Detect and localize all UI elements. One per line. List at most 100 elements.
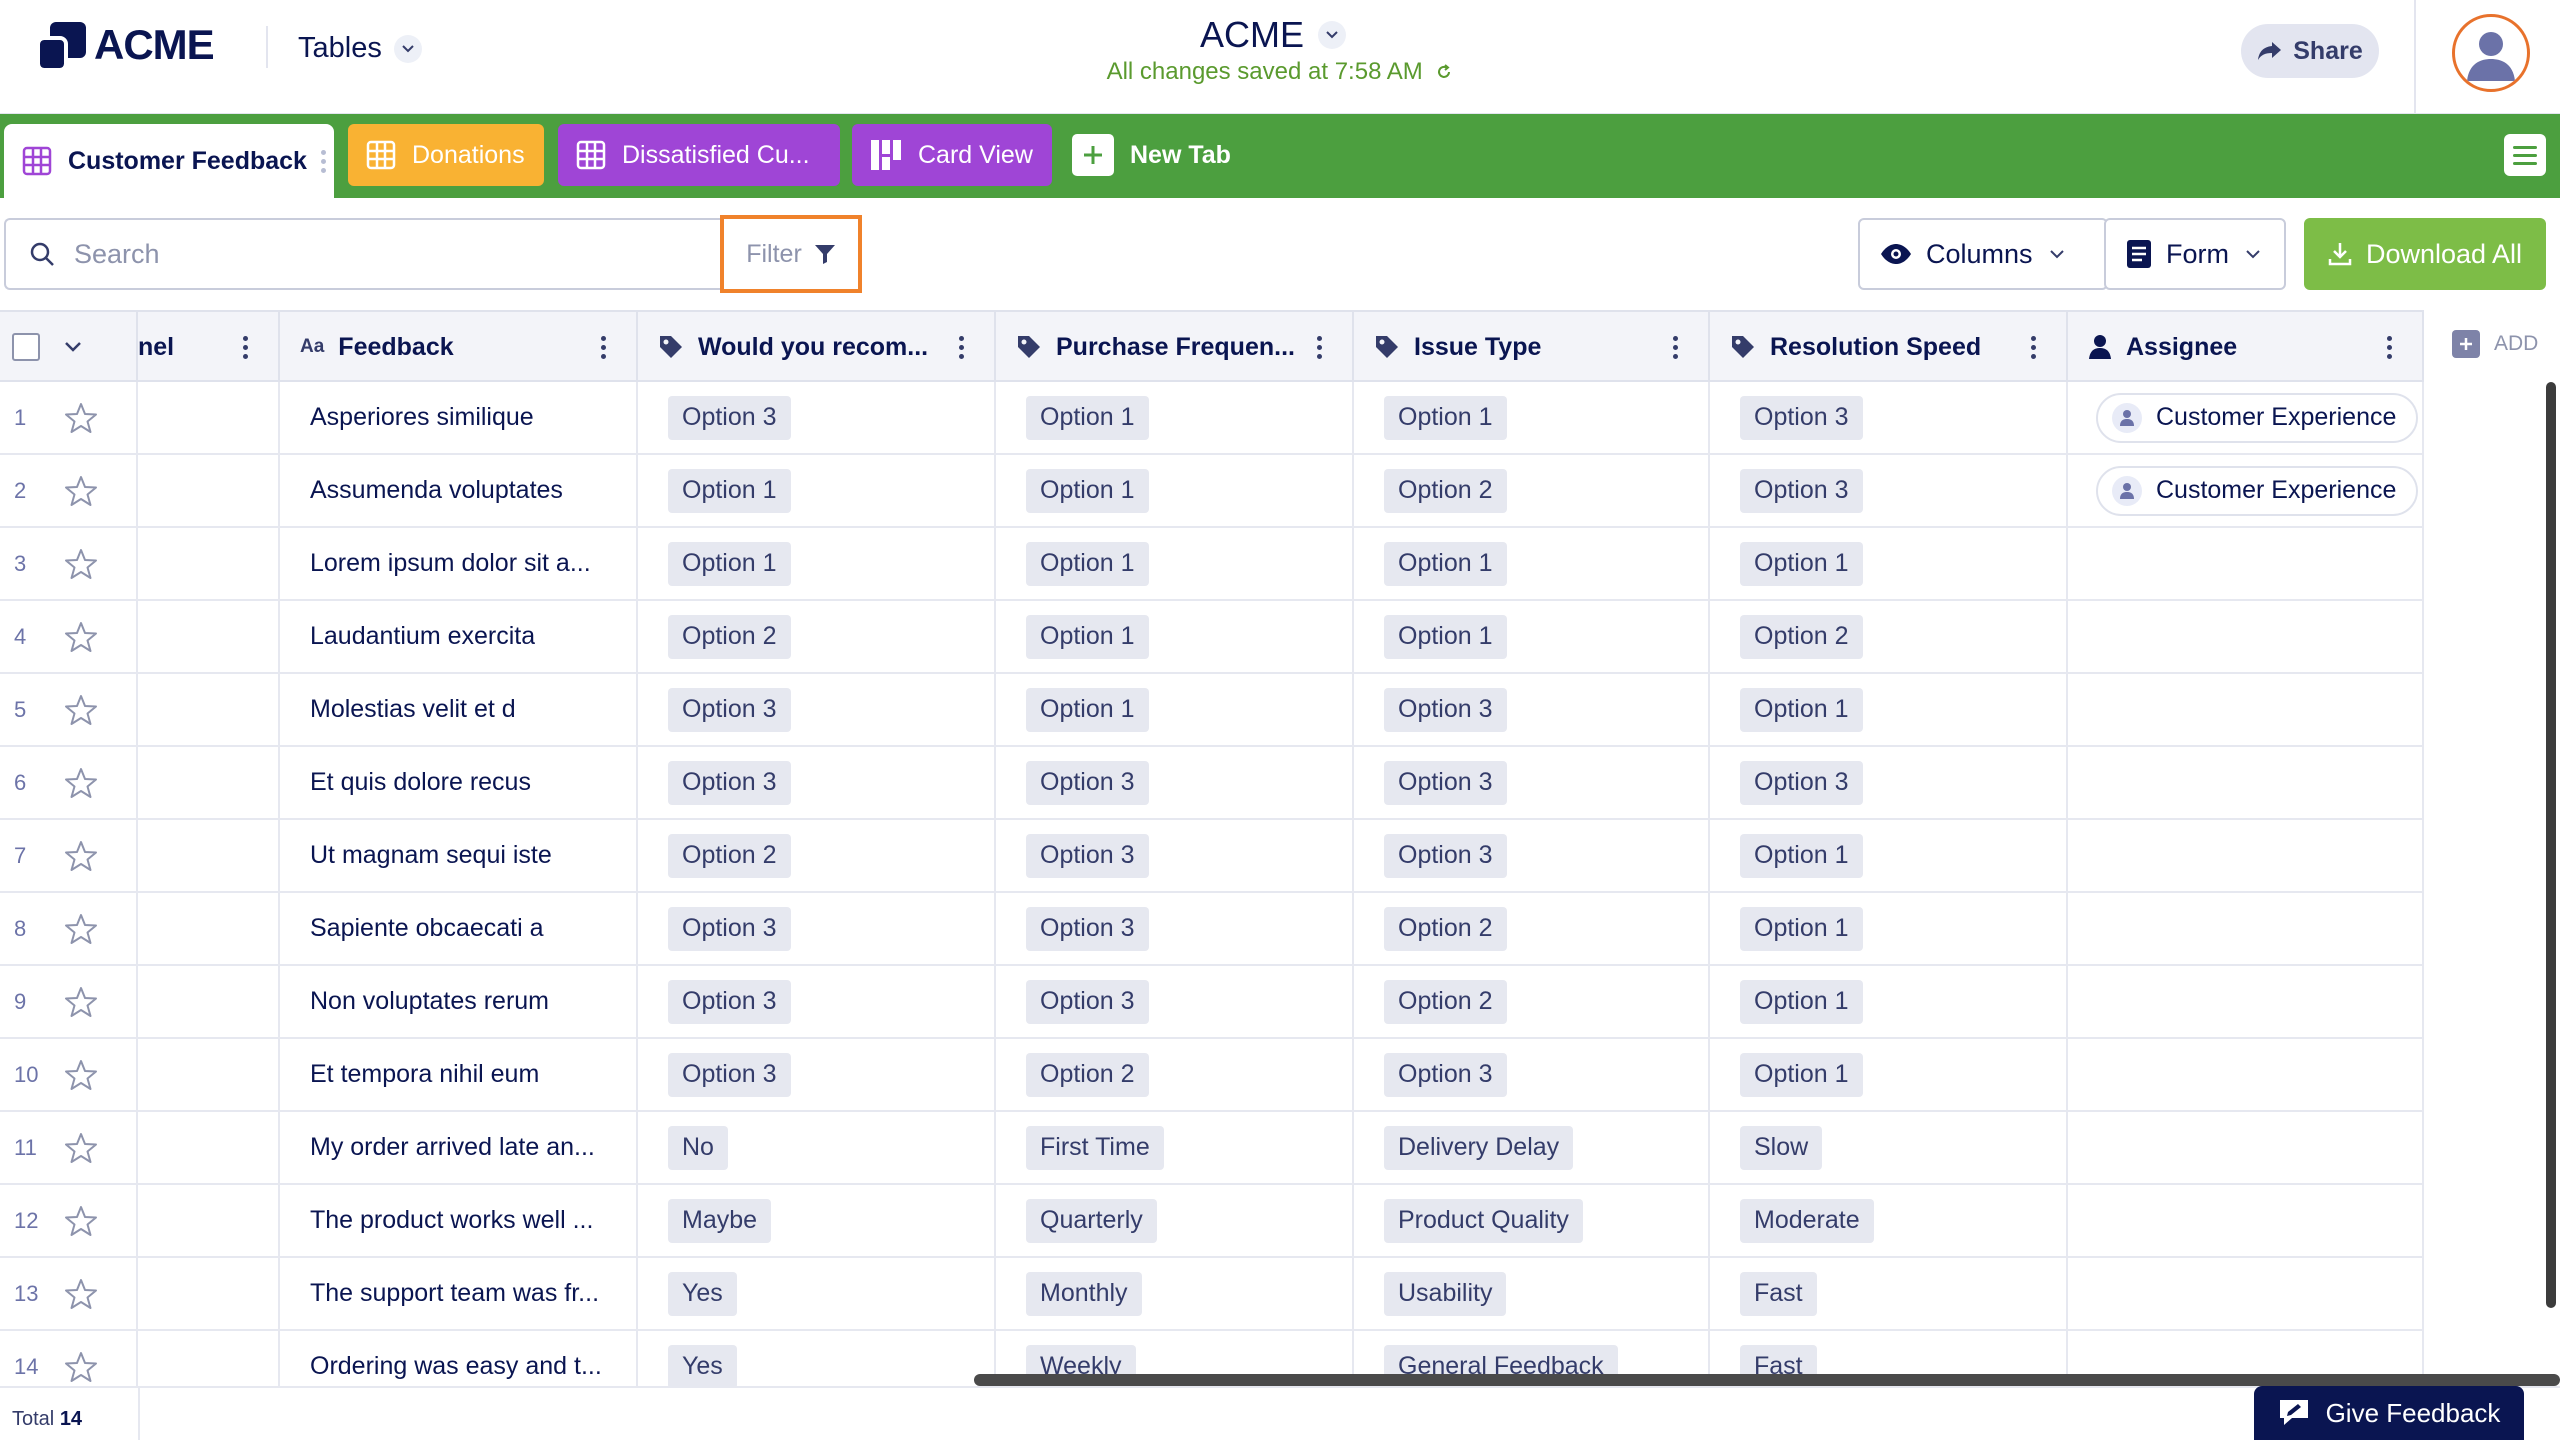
app-title-dropdown[interactable]: ACME (1200, 14, 1360, 56)
assignee-cell[interactable] (2068, 1185, 2424, 1256)
acme-logo[interactable]: ACME (36, 21, 215, 72)
recommend-cell[interactable]: Maybe (638, 1185, 996, 1256)
feedback-cell[interactable]: My order arrived late an... (280, 1112, 638, 1183)
partial-cell[interactable] (138, 1258, 280, 1329)
column-header-resolution-speed[interactable]: Resolution Speed (1710, 312, 2068, 382)
column-header-recommend[interactable]: Would you recom... (638, 312, 996, 382)
table-row[interactable]: 11 My order arrived late an... No First Tim… (0, 1112, 2424, 1185)
speed-cell[interactable]: Option 1 (1710, 1039, 2068, 1110)
assignee-chip[interactable]: Customer Experience (2096, 465, 2419, 516)
speed-cell[interactable]: Slow (1710, 1112, 2068, 1183)
star-outline-icon[interactable] (64, 1277, 98, 1316)
table-row[interactable]: 5 Molestias velit et d Option 3 Option 1 Opt… (0, 674, 2424, 747)
table-row[interactable]: 7 Ut magnam sequi iste Option 2 Option 3 Opt… (0, 820, 2424, 893)
feedback-cell[interactable]: Molestias velit et d (280, 674, 638, 745)
tab-menu-icon[interactable] (320, 149, 326, 173)
tables-dropdown[interactable]: Tables (298, 32, 422, 65)
speed-cell[interactable]: Fast (1710, 1258, 2068, 1329)
frequency-cell[interactable]: Option 1 (996, 455, 1354, 526)
assignee-cell[interactable] (2068, 1112, 2424, 1183)
issue-cell[interactable]: Option 2 (1354, 966, 1710, 1037)
frequency-cell[interactable]: Monthly (996, 1258, 1354, 1329)
partial-cell[interactable] (138, 382, 280, 453)
speed-cell[interactable]: Option 1 (1710, 674, 2068, 745)
frequency-cell[interactable]: Option 3 (996, 893, 1354, 964)
frequency-cell[interactable]: Option 1 (996, 528, 1354, 599)
feedback-cell[interactable]: Laudantium exercita (280, 601, 638, 672)
frequency-cell[interactable]: Option 1 (996, 382, 1354, 453)
feedback-cell[interactable]: Assumenda voluptates (280, 455, 638, 526)
partial-cell[interactable] (138, 1112, 280, 1183)
star-outline-icon[interactable] (64, 474, 98, 513)
recommend-cell[interactable]: Yes (638, 1258, 996, 1329)
issue-cell[interactable]: Option 3 (1354, 674, 1710, 745)
feedback-cell[interactable]: The support team was fr... (280, 1258, 638, 1329)
partial-cell[interactable] (138, 820, 280, 891)
assignee-cell[interactable] (2068, 966, 2424, 1037)
column-menu-icon[interactable] (1304, 332, 1334, 362)
issue-cell[interactable]: Option 1 (1354, 528, 1710, 599)
select-all-checkbox[interactable] (12, 333, 40, 361)
star-outline-icon[interactable] (64, 1204, 98, 1243)
star-outline-icon[interactable] (64, 766, 98, 805)
column-header-assignee[interactable]: Assignee (2068, 312, 2424, 382)
vertical-scrollbar[interactable] (2546, 382, 2556, 1308)
feedback-cell[interactable]: Sapiente obcaecati a (280, 893, 638, 964)
column-menu-icon[interactable] (230, 332, 260, 362)
download-all-button[interactable]: Download All (2304, 218, 2546, 290)
assignee-chip[interactable]: Customer Experience (2096, 392, 2419, 443)
assignee-cell[interactable]: Customer Experience (2068, 382, 2424, 453)
user-avatar[interactable] (2452, 14, 2530, 92)
frequency-cell[interactable]: Option 3 (996, 966, 1354, 1037)
frequency-cell[interactable]: Option 1 (996, 601, 1354, 672)
frequency-cell[interactable]: Option 2 (996, 1039, 1354, 1110)
assignee-cell[interactable] (2068, 1039, 2424, 1110)
table-row[interactable]: 2 Assumenda voluptates Option 1 Option 1 Opt… (0, 455, 2424, 528)
recommend-cell[interactable]: Option 3 (638, 674, 996, 745)
assignee-cell[interactable] (2068, 528, 2424, 599)
star-outline-icon[interactable] (64, 1131, 98, 1170)
feedback-cell[interactable]: Ut magnam sequi iste (280, 820, 638, 891)
menu-icon[interactable] (2504, 134, 2546, 176)
tab-customer-feedback[interactable]: Customer Feedback (4, 124, 334, 198)
assignee-cell[interactable] (2068, 820, 2424, 891)
recommend-cell[interactable]: Option 3 (638, 966, 996, 1037)
star-outline-icon[interactable] (64, 693, 98, 732)
column-header-partial[interactable]: nel (138, 312, 280, 382)
recommend-cell[interactable]: Option 3 (638, 1039, 996, 1110)
tab-dissatisfied-customers[interactable]: Dissatisfied Cu... (558, 124, 840, 186)
table-row[interactable]: 4 Laudantium exercita Option 2 Option 1 Opti… (0, 601, 2424, 674)
issue-cell[interactable]: Option 1 (1354, 601, 1710, 672)
feedback-cell[interactable]: Et tempora nihil eum (280, 1039, 638, 1110)
form-button[interactable]: Form (2104, 218, 2286, 290)
table-row[interactable]: 10 Et tempora nihil eum Option 3 Option 2 Op… (0, 1039, 2424, 1112)
recommend-cell[interactable]: Option 2 (638, 601, 996, 672)
speed-cell[interactable]: Option 2 (1710, 601, 2068, 672)
give-feedback-button[interactable]: Give Feedback (2254, 1386, 2524, 1440)
table-row[interactable]: 1 Asperiores similique Option 3 Option 1 Opt… (0, 382, 2424, 455)
column-menu-icon[interactable] (2374, 332, 2404, 362)
assignee-cell[interactable] (2068, 601, 2424, 672)
speed-cell[interactable]: Option 3 (1710, 382, 2068, 453)
column-header-feedback[interactable]: Aa Feedback (280, 312, 638, 382)
star-outline-icon[interactable] (64, 1058, 98, 1097)
frequency-cell[interactable]: Option 3 (996, 747, 1354, 818)
issue-cell[interactable]: Usability (1354, 1258, 1710, 1329)
filter-button[interactable]: Filter (720, 215, 862, 293)
recommend-cell[interactable]: Option 1 (638, 528, 996, 599)
assignee-cell[interactable] (2068, 1258, 2424, 1329)
partial-cell[interactable] (138, 1039, 280, 1110)
frequency-cell[interactable]: Quarterly (996, 1185, 1354, 1256)
star-outline-icon[interactable] (64, 547, 98, 586)
speed-cell[interactable]: Option 3 (1710, 455, 2068, 526)
table-row[interactable]: 9 Non voluptates rerum Option 3 Option 3 Opt… (0, 966, 2424, 1039)
column-menu-icon[interactable] (1660, 332, 1690, 362)
table-row[interactable]: 3 Lorem ipsum dolor sit a... Option 1 Optio… (0, 528, 2424, 601)
issue-cell[interactable]: Option 2 (1354, 893, 1710, 964)
column-menu-icon[interactable] (946, 332, 976, 362)
partial-cell[interactable] (138, 601, 280, 672)
partial-cell[interactable] (138, 455, 280, 526)
frequency-cell[interactable]: Option 1 (996, 674, 1354, 745)
partial-cell[interactable] (138, 528, 280, 599)
issue-cell[interactable]: Option 2 (1354, 455, 1710, 526)
